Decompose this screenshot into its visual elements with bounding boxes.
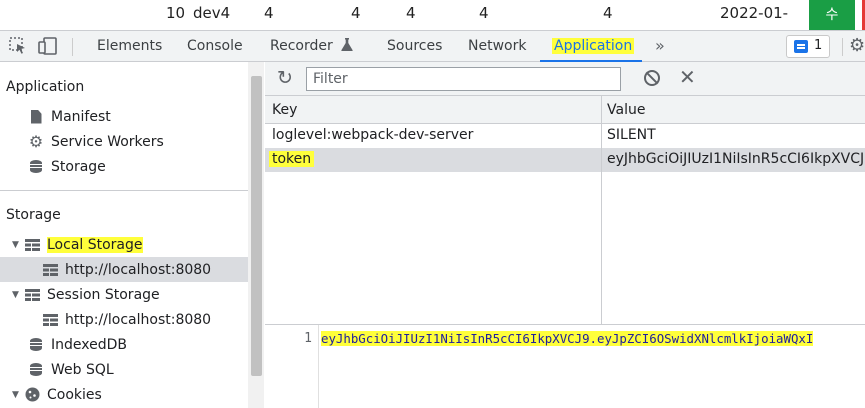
sidebar-item-label: Web SQL: [51, 361, 114, 378]
row-number: 10: [166, 4, 186, 22]
toolbar-divider: [72, 38, 73, 56]
column-divider[interactable]: [601, 96, 602, 325]
sidebar-heading-storage: Storage: [6, 207, 61, 223]
tab-application[interactable]: Application: [552, 38, 635, 54]
cookie-icon: [24, 387, 40, 402]
row-user: dev4: [193, 4, 231, 22]
tab-console[interactable]: Console: [187, 38, 243, 54]
tab-recorder[interactable]: Recorder: [270, 38, 353, 54]
sidebar-divider: [0, 190, 248, 191]
sidebar-item-label: http://localhost:8080: [65, 311, 212, 328]
sidebar-item-session-storage-origin[interactable]: http://localhost:8080: [42, 307, 211, 332]
expand-arrow-icon[interactable]: ▼: [12, 390, 24, 400]
table-icon: [24, 288, 40, 302]
tab-sources[interactable]: Sources: [387, 38, 442, 54]
sidebar-heading-application: Application: [6, 79, 85, 95]
page-table-row: 10 dev4 4 4 4 4 4 2022-01- 수: [0, 0, 865, 30]
row-cell: 4: [406, 4, 416, 22]
row-cell: 4: [479, 4, 489, 22]
row-key: loglevel:webpack-dev-server: [272, 127, 474, 143]
sidebar-item-label: Manifest: [51, 108, 111, 125]
sidebar-item-manifest[interactable]: Manifest: [28, 104, 111, 129]
delete-selected-icon[interactable]: ✕: [679, 65, 696, 89]
device-toolbar-icon[interactable]: [38, 37, 58, 59]
more-tabs-icon[interactable]: »: [655, 36, 665, 55]
toolbar-divider: [842, 38, 843, 56]
preview-text[interactable]: eyJhbGciOiJIUzI1NiIsInR5cCI6IkpXVCJ9.eyJ…: [321, 331, 865, 346]
column-header-key[interactable]: Key: [272, 102, 297, 118]
row-date: 2022-01-: [720, 4, 789, 22]
tab-application-label: Application: [552, 38, 635, 54]
table-icon: [24, 238, 40, 252]
sidebar-item-label: Storage: [51, 158, 106, 175]
row-key: token: [269, 151, 315, 167]
line-gutter: 1: [265, 325, 319, 408]
sidebar-item-storage[interactable]: Storage: [28, 154, 106, 179]
line-number: 1: [304, 331, 312, 346]
gear-icon[interactable]: ⚙: [849, 35, 865, 56]
refresh-icon[interactable]: ↻: [277, 67, 293, 89]
table-icon: [42, 263, 58, 277]
inspect-element-icon[interactable]: [9, 37, 27, 59]
filter-input[interactable]: [306, 67, 621, 91]
file-icon: [28, 109, 44, 124]
application-sidebar: Application Manifest ⚙ Service Workers S…: [0, 62, 264, 408]
preview-value: eyJhbGciOiJIUzI1NiIsInR5cCI6IkpXVCJ9.eyJ…: [321, 331, 814, 346]
sidebar-item-label: IndexedDB: [51, 336, 127, 353]
expand-arrow-icon[interactable]: ▼: [12, 290, 24, 300]
sidebar-item-local-storage-origin[interactable]: http://localhost:8080: [42, 257, 211, 282]
storage-table: Key Value loglevel:webpack-dev-server SI…: [265, 96, 865, 325]
issues-button[interactable]: 1: [786, 35, 830, 58]
tab-elements[interactable]: Elements: [97, 38, 162, 54]
sidebar-item-label: Local Storage: [47, 236, 143, 253]
sidebar-item-service-workers[interactable]: ⚙ Service Workers: [28, 129, 164, 154]
sidebar-item-local-storage[interactable]: ▼ Local Storage: [12, 232, 143, 257]
table-icon: [42, 313, 58, 327]
devtools-toolbar: Elements Console Recorder Sources Networ…: [0, 30, 865, 62]
expand-arrow-icon[interactable]: ▼: [12, 240, 24, 250]
database-icon: [28, 363, 44, 377]
sidebar-item-label: Session Storage: [47, 286, 160, 303]
row-value: SILENT: [607, 127, 656, 143]
sidebar-item-indexeddb[interactable]: IndexedDB: [28, 332, 127, 357]
row-value: eyJhbGciOiJIUzI1NiIsInR5cCI6IkpXVCJ9.eyJ…: [607, 151, 865, 167]
row-cell: 4: [264, 4, 274, 22]
tab-network[interactable]: Network: [468, 38, 526, 54]
table-row[interactable]: loglevel:webpack-dev-server SILENT: [265, 124, 865, 148]
database-icon: [28, 160, 44, 174]
sidebar-item-label: Cookies: [47, 386, 102, 403]
sidebar-item-websql[interactable]: Web SQL: [28, 357, 114, 382]
storage-toolbar: ↻ ✕: [265, 62, 865, 96]
clear-all-icon[interactable]: [644, 70, 660, 86]
table-header: Key Value: [265, 96, 865, 124]
sidebar-item-cookies[interactable]: ▼ Cookies: [12, 382, 102, 407]
sidebar-item-session-storage[interactable]: ▼ Session Storage: [12, 282, 160, 307]
issues-count: 1: [814, 38, 823, 53]
row-cell: 4: [603, 4, 613, 22]
table-row-selected[interactable]: token eyJhbGciOiJIUzI1NiIsInR5cCI6IkpXVC…: [265, 148, 865, 172]
row-action-button[interactable]: 수: [809, 0, 855, 30]
row-cell: 4: [351, 4, 361, 22]
storage-panel: ↻ ✕ Key Value loglevel:webpack-dev-serve…: [265, 62, 865, 408]
tab-recorder-label: Recorder: [270, 38, 333, 54]
flask-icon: [341, 38, 353, 51]
column-header-value[interactable]: Value: [607, 102, 645, 118]
value-preview: 1 eyJhbGciOiJIUzI1NiIsInR5cCI6IkpXVCJ9.e…: [265, 325, 865, 408]
database-icon: [28, 338, 44, 352]
gear-icon: ⚙: [28, 132, 44, 151]
sidebar-item-label: Service Workers: [51, 133, 164, 150]
sidebar-item-label: http://localhost:8080: [65, 261, 212, 278]
sidebar-scrollbar-thumb[interactable]: [251, 76, 262, 376]
message-icon: [794, 40, 808, 53]
